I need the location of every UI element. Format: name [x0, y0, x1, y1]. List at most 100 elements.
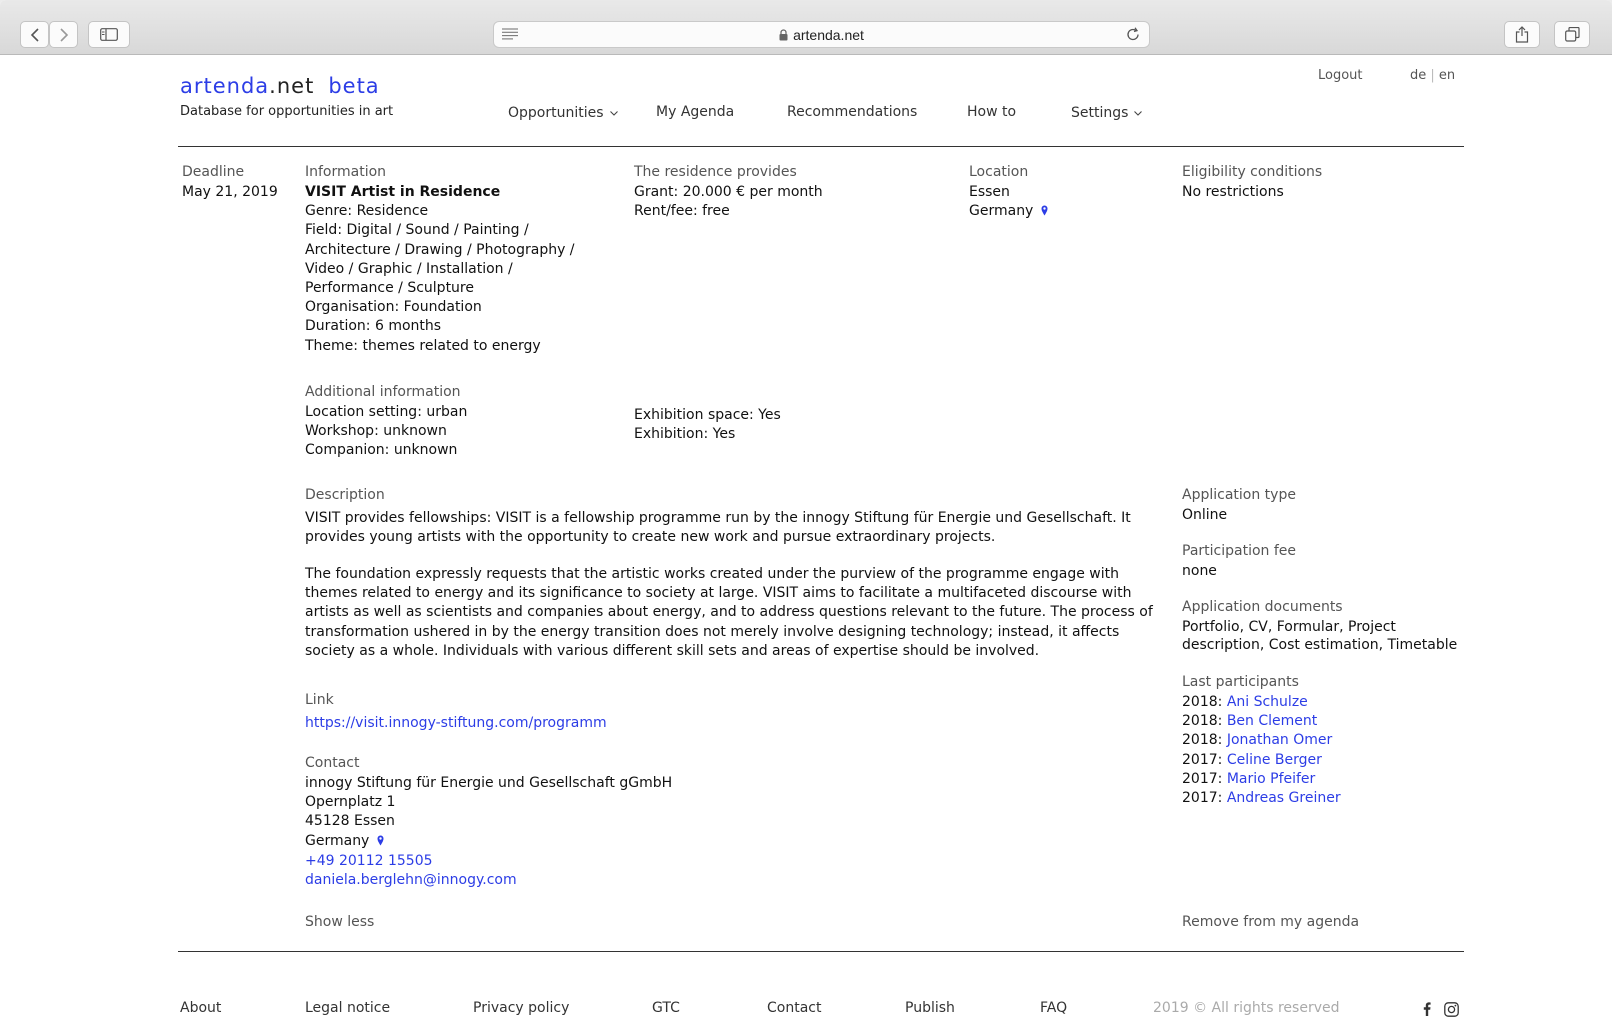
tabs-icon [1564, 27, 1580, 42]
chevron-left-icon [30, 27, 39, 42]
browser-window: artenda.net artenda.net beta Database for… [0, 0, 1612, 1018]
last-participants-section: Last participants 2018: Ani Schulze 2018… [1182, 674, 1341, 808]
reload-icon[interactable] [1126, 27, 1140, 46]
site-logo[interactable]: artenda.net beta [180, 74, 380, 98]
remove-from-agenda-link[interactable]: Remove from my agenda [1182, 914, 1359, 930]
show-less-link[interactable]: Show less [305, 914, 374, 930]
participant-link[interactable]: Andreas Greiner [1227, 790, 1341, 806]
nav-how-to[interactable]: How to [967, 104, 1016, 120]
info-line: Genre: Residence [305, 203, 429, 220]
application-type-section: Application type Online [1182, 487, 1296, 525]
chevron-down-icon [1134, 104, 1143, 120]
share-icon [1515, 26, 1529, 43]
lock-icon [779, 28, 788, 44]
footer-about-link[interactable]: About [180, 1000, 221, 1016]
info-line: Duration: 6 months [305, 318, 442, 335]
tabs-button[interactable] [1554, 21, 1590, 48]
eligibility-label: Eligibility conditions [1182, 164, 1323, 180]
contact-label: Contact [305, 755, 360, 771]
footer-gtc-link[interactable]: GTC [652, 1000, 680, 1016]
provides-label: The residence provides [634, 164, 797, 180]
nav-my-agenda[interactable]: My Agenda [656, 104, 734, 120]
footer-copyright: 2019 © All rights reserved [1153, 1000, 1340, 1016]
footer-publish-link[interactable]: Publish [905, 1000, 955, 1016]
header-divider [178, 146, 1464, 147]
page: artenda.net beta Database for opportuniti… [0, 56, 1612, 1018]
contact-phone-link[interactable]: +49 20112 15505 [305, 852, 672, 871]
provides-line: Grant: 20.000 € per month [634, 184, 823, 200]
additional-line: Exhibition: Yes [634, 426, 736, 443]
additional-right-section: Exhibition space: Yes Exhibition: Yes [634, 406, 781, 444]
link-label: Link [305, 692, 334, 708]
map-pin-icon[interactable] [1041, 203, 1048, 222]
application-type-value: Online [1182, 507, 1228, 523]
application-docs-line: description, Cost estimation, Timetable [1182, 637, 1458, 653]
info-line: Video / Graphic / Installation / [305, 260, 513, 277]
lang-de-link[interactable]: de [1410, 68, 1426, 83]
program-link[interactable]: https://visit.innogy-stiftung.com/progra… [305, 714, 607, 733]
provides-line: Rent/fee: free [634, 203, 730, 220]
sidebar-icon [100, 28, 118, 41]
info-line: Organisation: Foundation [305, 299, 482, 316]
share-button[interactable] [1504, 21, 1540, 48]
participant-row: 2018: Ani Schulze [1182, 694, 1308, 710]
eligibility-value: No restrictions [1182, 184, 1284, 200]
contact-org: innogy Stiftung für Energie und Gesellsc… [305, 775, 673, 791]
participant-link[interactable]: Mario Pfeifer [1227, 771, 1316, 787]
site-tagline: Database for opportunities in art [180, 104, 394, 119]
participant-row: 2017: Mario Pfeifer [1182, 770, 1316, 787]
participant-link[interactable]: Ben Clement [1227, 713, 1317, 729]
provides-section: The residence provides Grant: 20.000 € p… [634, 164, 823, 221]
application-type-label: Application type [1182, 487, 1296, 503]
deadline-section: Deadline May 21, 2019 [182, 164, 278, 202]
information-section: Information VISIT Artist in Residence Ge… [305, 164, 575, 356]
participant-link[interactable]: Jonathan Omer [1227, 732, 1332, 748]
contact-email-link[interactable]: daniela.berglehn@innogy.com [305, 871, 672, 890]
nav-recommendations[interactable]: Recommendations [787, 104, 917, 120]
contact-country: Germany [305, 832, 672, 852]
info-line: Theme: themes related to energy [305, 337, 541, 354]
participant-row: 2018: Jonathan Omer [1182, 732, 1333, 749]
map-pin-icon[interactable] [377, 833, 384, 852]
participant-row: 2017: Celine Berger [1182, 751, 1322, 768]
lang-en-link[interactable]: en [1439, 68, 1455, 83]
info-line: Field: Digital / Sound / Painting / [305, 222, 529, 239]
participation-fee-label: Participation fee [1182, 543, 1297, 559]
footer-privacy-link[interactable]: Privacy policy [473, 1000, 569, 1016]
footer-divider [178, 951, 1464, 952]
back-button[interactable] [20, 21, 49, 48]
additional-label: Additional information [305, 384, 461, 400]
chevron-right-icon [59, 27, 68, 42]
additional-line: Exhibition space: Yes [634, 407, 781, 423]
description-paragraph: The foundation expressly requests that t… [305, 566, 1153, 659]
chevron-down-icon [609, 104, 618, 120]
facebook-icon[interactable] [1423, 1002, 1431, 1018]
footer-faq-link[interactable]: FAQ [1040, 1000, 1067, 1016]
application-docs-section: Application documents Portfolio, CV, For… [1182, 599, 1457, 654]
nav-settings[interactable]: Settings [1071, 104, 1143, 121]
participant-link[interactable]: Celine Berger [1227, 752, 1322, 768]
participation-fee-section: Participation fee none [1182, 543, 1296, 581]
forward-button[interactable] [49, 21, 78, 48]
participant-link[interactable]: Ani Schulze [1227, 694, 1308, 710]
address-bar[interactable]: artenda.net [493, 21, 1150, 48]
logout-link[interactable]: Logout [1318, 68, 1363, 83]
contact-street: Opernplatz 1 [305, 794, 396, 811]
additional-line: Companion: unknown [305, 442, 458, 459]
footer-legal-link[interactable]: Legal notice [305, 1000, 390, 1016]
footer-contact-link[interactable]: Contact [767, 1000, 821, 1016]
participation-fee-value: none [1182, 563, 1217, 579]
additional-section: Additional information Location setting:… [305, 384, 467, 461]
eligibility-section: Eligibility conditions No restrictions [1182, 164, 1322, 202]
contact-city: 45128 Essen [305, 813, 395, 830]
deadline-label: Deadline [182, 164, 245, 180]
additional-line: Location setting: urban [305, 404, 468, 420]
instagram-icon[interactable] [1444, 1002, 1459, 1018]
nav-opportunities[interactable]: Opportunities [508, 104, 618, 121]
participant-row: 2018: Ben Clement [1182, 713, 1318, 730]
sidebar-toggle-button[interactable] [88, 21, 130, 48]
application-docs-label: Application documents [1182, 599, 1343, 615]
description-label: Description [305, 487, 385, 503]
entry-title: VISIT Artist in Residence [305, 184, 501, 200]
location-city: Essen [969, 184, 1010, 200]
